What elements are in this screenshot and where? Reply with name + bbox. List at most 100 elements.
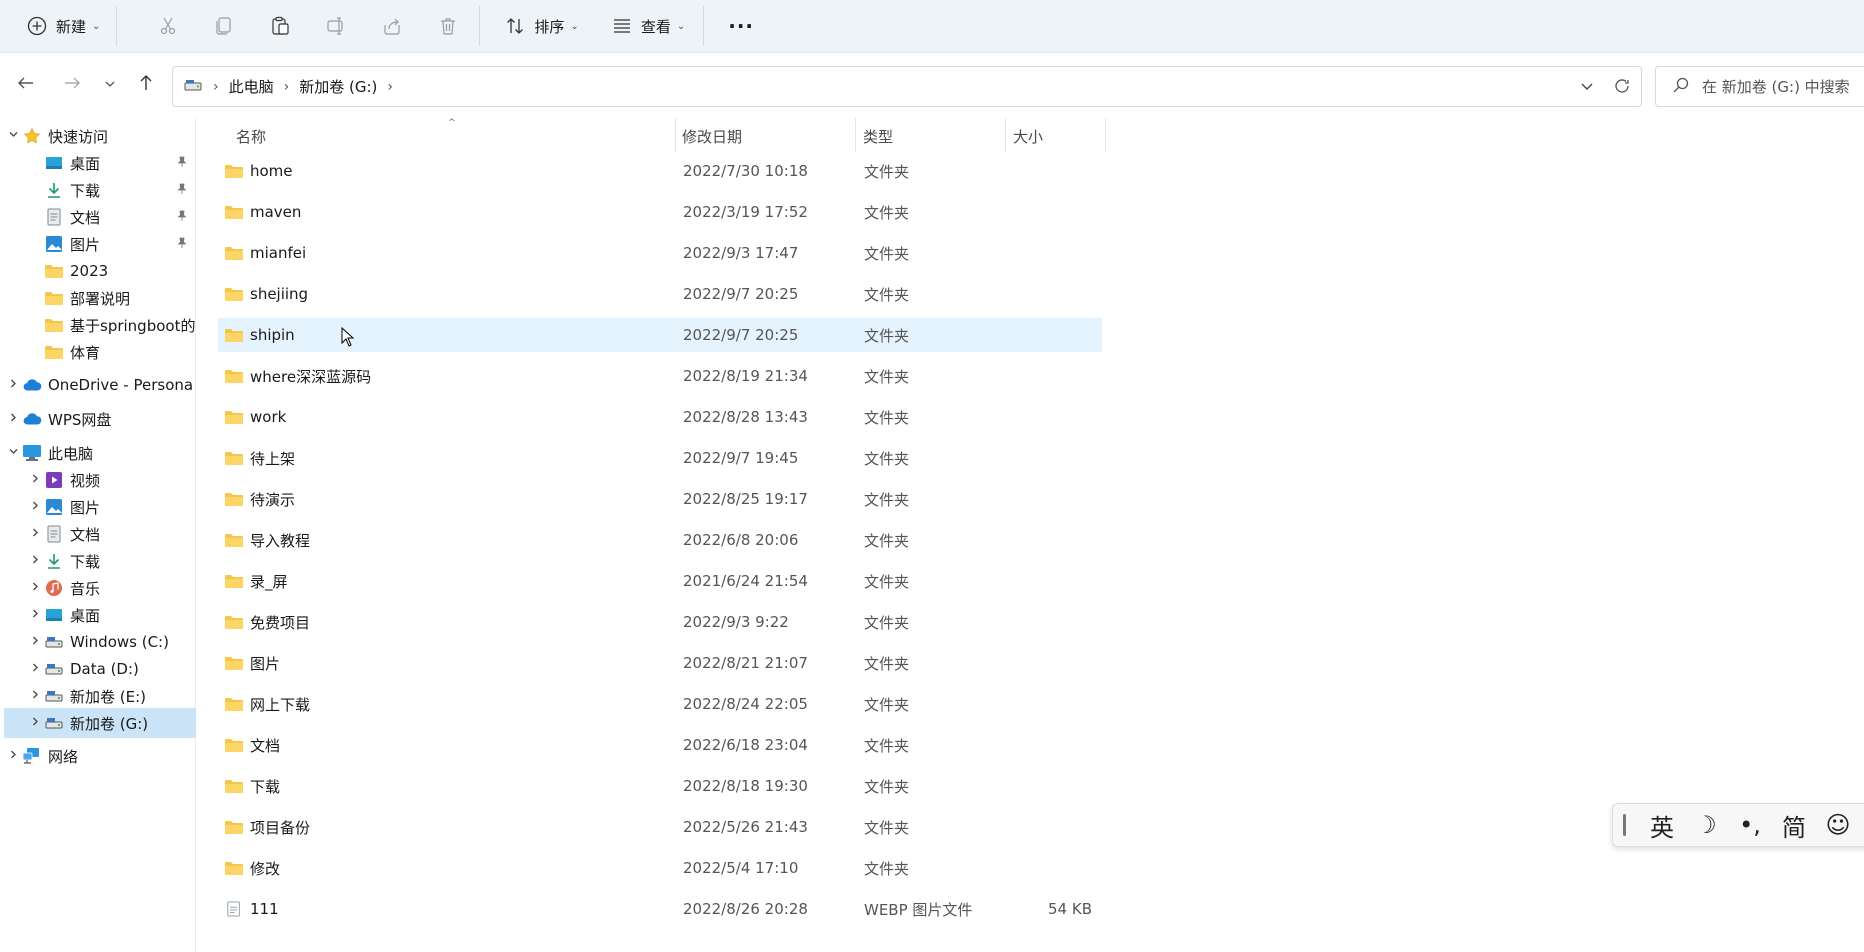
file-row[interactable]: shejiing 2022/9/7 20:25 文件夹 [218, 277, 1102, 311]
ime-emoji-icon[interactable]: ☺ [1816, 811, 1860, 839]
file-row[interactable]: 修改 2022/5/4 17:10 文件夹 [218, 851, 1102, 885]
ime-simplified-toggle[interactable]: 简 [1772, 808, 1816, 843]
chevron-right-icon[interactable] [30, 500, 41, 514]
more-options-button[interactable]: ··· [718, 6, 764, 46]
sidebar-item[interactable]: 音乐 [0, 573, 196, 603]
sidebar-item[interactable]: 下载 [0, 546, 196, 576]
chevron-down-icon[interactable] [8, 129, 19, 143]
sidebar-item[interactable]: WPS网盘 [0, 404, 196, 434]
sidebar-item[interactable]: 文档 [0, 519, 196, 549]
file-row[interactable]: 导入教程 2022/6/8 20:06 文件夹 [218, 523, 1102, 557]
sidebar-item[interactable]: 视频 [0, 465, 196, 495]
view-button[interactable]: 查看 ⌄ [601, 6, 695, 46]
pin-icon[interactable] [176, 156, 188, 171]
copy-button[interactable] [203, 6, 245, 46]
paste-button[interactable] [259, 6, 301, 46]
sidebar-item[interactable]: 图片 [0, 492, 196, 522]
sidebar-item[interactable]: 体育 [0, 337, 196, 367]
sidebar-item[interactable]: Data (D:) [0, 654, 196, 684]
sidebar-item[interactable]: 下载 [0, 175, 196, 205]
sidebar-item[interactable]: 桌面 [0, 600, 196, 630]
breadcrumb-this-pc[interactable]: 此电脑 [229, 76, 274, 97]
file-row[interactable]: 项目备份 2022/5/26 21:43 文件夹 [218, 810, 1102, 844]
ime-drag-handle[interactable] [1623, 814, 1626, 836]
chevron-right-icon[interactable] [30, 581, 41, 595]
chevron-right-icon[interactable] [30, 662, 41, 676]
column-header-date[interactable]: 修改日期 [682, 118, 742, 154]
column-divider[interactable] [1105, 118, 1106, 152]
ime-moon-icon[interactable]: ☽ [1684, 811, 1728, 839]
music-icon [44, 579, 64, 597]
pin-icon[interactable] [176, 210, 188, 225]
column-header-name[interactable]: 名称 [236, 118, 266, 154]
chevron-right-icon[interactable] [8, 749, 19, 763]
address-bar[interactable]: › 此电脑 › 新加卷 (G:) › [172, 66, 1642, 107]
file-row[interactable]: maven 2022/3/19 17:52 文件夹 [218, 195, 1102, 229]
recent-locations-button[interactable] [94, 69, 126, 101]
column-divider[interactable] [675, 118, 676, 152]
search-input[interactable] [1702, 77, 1862, 96]
chevron-right-icon[interactable] [30, 473, 41, 487]
refresh-button[interactable] [1613, 77, 1631, 99]
column-divider[interactable] [1005, 118, 1006, 152]
pin-icon[interactable] [176, 183, 188, 198]
search-box[interactable] [1655, 66, 1864, 107]
file-date: 2022/5/4 17:10 [683, 859, 799, 877]
file-row[interactable]: where深深蓝源码 2022/8/19 21:34 文件夹 [218, 359, 1102, 393]
sidebar-item[interactable]: 新加卷 (E:) [0, 681, 196, 711]
ime-punctuation-toggle[interactable]: •, [1728, 811, 1772, 839]
back-button[interactable] [10, 69, 42, 101]
share-button[interactable] [371, 6, 413, 46]
chevron-right-icon[interactable] [30, 608, 41, 622]
toolbar-divider [479, 6, 481, 46]
sort-button[interactable]: 排序 ⌄ [494, 6, 588, 46]
file-type: 文件夹 [864, 654, 910, 673]
chevron-right-icon[interactable] [8, 412, 19, 426]
file-row[interactable]: 下载 2022/8/18 19:30 文件夹 [218, 769, 1102, 803]
column-header-type[interactable]: 类型 [863, 118, 893, 154]
chevron-right-icon[interactable] [30, 635, 41, 649]
sidebar-item[interactable]: 快速访问 [0, 121, 196, 151]
sidebar-item[interactable]: OneDrive - Persona [0, 370, 196, 400]
file-row[interactable]: mianfei 2022/9/3 17:47 文件夹 [218, 236, 1102, 270]
chevron-right-icon[interactable] [30, 527, 41, 541]
new-button[interactable]: 新建 ⌄ [16, 6, 110, 46]
chevron-right-icon: › [283, 78, 290, 95]
sidebar-item[interactable]: 文档 [0, 202, 196, 232]
chevron-right-icon[interactable] [30, 716, 41, 730]
file-row[interactable]: 免费项目 2022/9/3 9:22 文件夹 [218, 605, 1102, 639]
file-row[interactable]: home 2022/7/30 10:18 文件夹 [218, 154, 1102, 188]
sidebar-item[interactable]: 2023 [0, 256, 196, 286]
sidebar-item[interactable]: 基于springboot的 [0, 310, 196, 340]
file-row[interactable]: 录_屏 2021/6/24 21:54 文件夹 [218, 564, 1102, 598]
chevron-down-icon[interactable] [8, 446, 19, 460]
forward-button[interactable] [56, 69, 88, 101]
column-divider[interactable] [855, 118, 856, 152]
sidebar-item[interactable]: 此电脑 [0, 438, 196, 468]
rename-button[interactable] [315, 6, 357, 46]
sidebar-item[interactable]: 新加卷 (G:) [4, 708, 196, 738]
sidebar-item[interactable]: 桌面 [0, 148, 196, 178]
up-button[interactable] [130, 69, 162, 101]
sidebar-item[interactable]: Windows (C:) [0, 627, 196, 657]
pin-icon[interactable] [176, 237, 188, 252]
chevron-right-icon[interactable] [30, 554, 41, 568]
column-header-size[interactable]: 大小 [1013, 118, 1043, 154]
delete-button[interactable] [427, 6, 469, 46]
file-row[interactable]: 待演示 2022/8/25 19:17 文件夹 [218, 482, 1102, 516]
chevron-right-icon[interactable] [8, 378, 19, 392]
file-row[interactable]: 111 2022/8/26 20:28 WEBP 图片文件 54 KB [218, 892, 1102, 926]
address-history-button[interactable] [1579, 78, 1595, 98]
breadcrumb-drive-g[interactable]: 新加卷 (G:) [299, 76, 377, 97]
sidebar-item[interactable]: 网络 [0, 741, 196, 771]
file-row[interactable]: 文档 2022/6/18 23:04 文件夹 [218, 728, 1102, 762]
file-row[interactable]: 待上架 2022/9/7 19:45 文件夹 [218, 441, 1102, 475]
chevron-right-icon[interactable] [30, 689, 41, 703]
sidebar-item[interactable]: 部署说明 [0, 283, 196, 313]
file-row[interactable]: 网上下载 2022/8/24 22:05 文件夹 [218, 687, 1102, 721]
file-row[interactable]: 图片 2022/8/21 21:07 文件夹 [218, 646, 1102, 680]
sidebar-item[interactable]: 图片 [0, 229, 196, 259]
ime-language-toggle[interactable]: 英 [1640, 808, 1684, 843]
cut-button[interactable] [147, 6, 189, 46]
file-row[interactable]: work 2022/8/28 13:43 文件夹 [218, 400, 1102, 434]
